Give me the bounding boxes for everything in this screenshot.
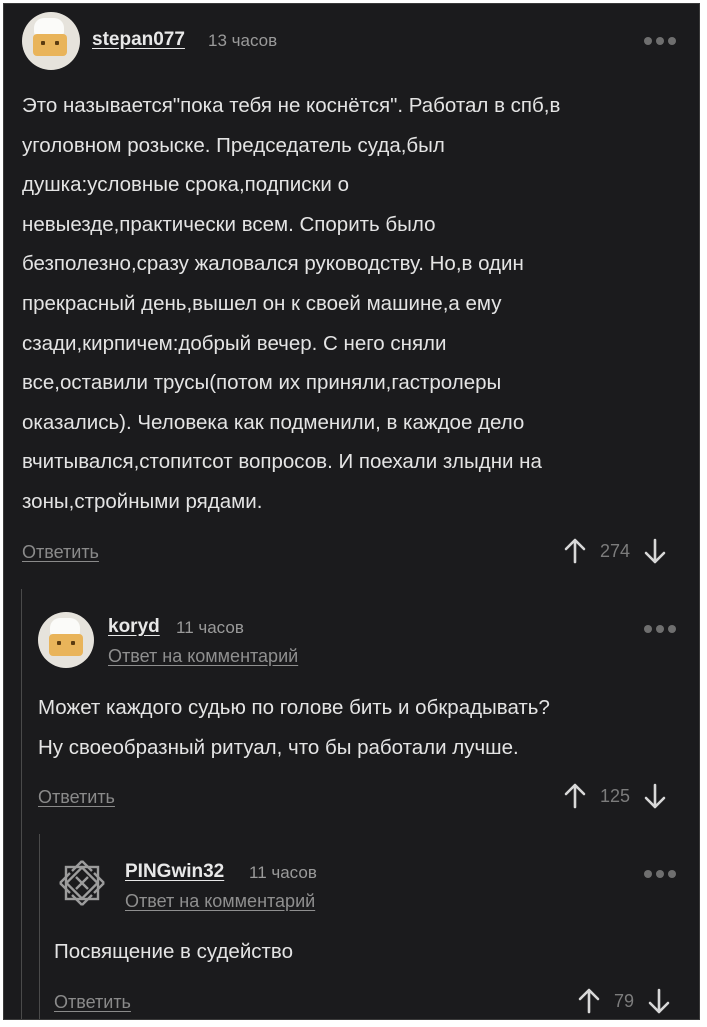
more-dots-icon[interactable] — [644, 870, 676, 878]
arrow-up-icon[interactable] — [578, 988, 600, 1014]
comment-text: Посвящение в судейство — [54, 932, 684, 972]
comment-pingwin32: PINGwin32 11 часов Ответ на комментарий … — [4, 4, 699, 1019]
avatar-ornament-icon[interactable] — [54, 855, 110, 911]
comments-panel: stepan077 13 часов Это называется"пока т… — [3, 3, 700, 1020]
timestamp: 11 часов — [249, 863, 317, 882]
reply-button[interactable]: Ответить — [54, 992, 131, 1013]
rating-count: 79 — [614, 990, 635, 1011]
arrow-down-icon[interactable] — [648, 988, 670, 1014]
rating-control: 79 — [578, 988, 670, 1014]
reply-to-link[interactable]: Ответ на комментарий — [125, 891, 315, 912]
username[interactable]: PINGwin32 — [125, 861, 224, 883]
text-line: Посвящение в судейство — [54, 940, 293, 963]
